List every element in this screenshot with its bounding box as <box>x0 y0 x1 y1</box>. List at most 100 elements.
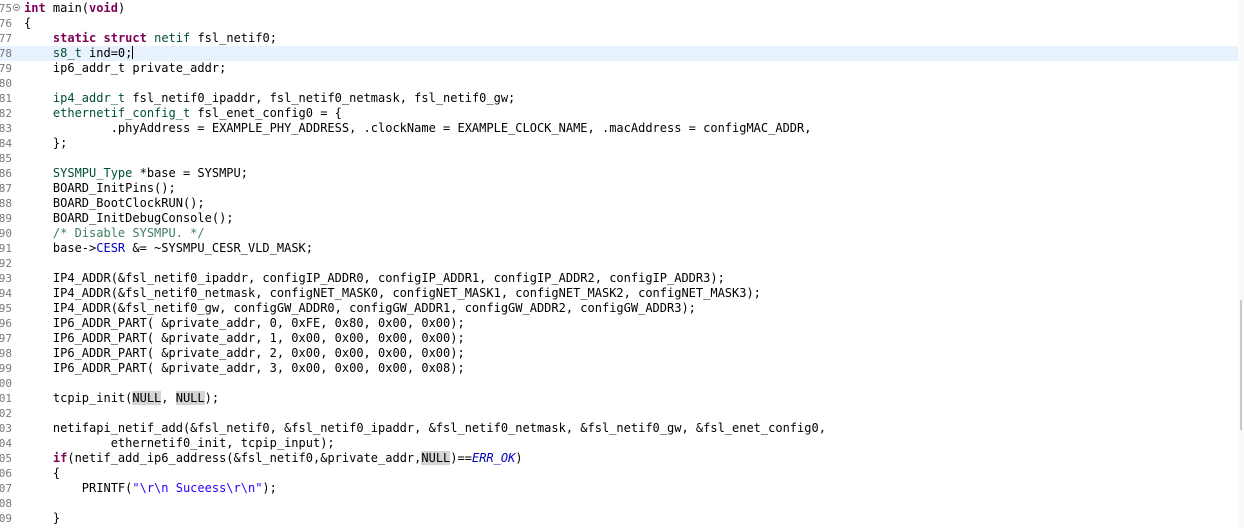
code-line[interactable]: 95 IP4_ADDR(&fsl_netif0_gw, configGW_ADD… <box>0 301 1238 316</box>
code-line[interactable]: 86 SYSMPU_Type *base = SYSMPU; <box>0 166 1238 181</box>
code-line[interactable]: 08 <box>0 496 1238 511</box>
code-line[interactable]: 05 if(netif_add_ip6_address(&fsl_netif0,… <box>0 451 1238 466</box>
code-text[interactable]: } <box>24 511 60 526</box>
code-text[interactable]: IP4_ADDR(&fsl_netif0_gw, configGW_ADDR0,… <box>24 301 696 316</box>
code-text[interactable]: int main(void) <box>24 1 125 16</box>
code-line[interactable]: 82 ethernetif_config_t fsl_enet_config0 … <box>0 106 1238 121</box>
code-text[interactable]: { <box>24 16 31 31</box>
code-line[interactable]: 00 <box>0 376 1238 391</box>
line-number: 78 <box>0 47 12 60</box>
line-number: 81 <box>0 92 12 105</box>
code-token: (netif_add_ip6_address(&fsl_netif0,&priv… <box>67 451 422 465</box>
code-token: void <box>89 1 118 15</box>
code-line[interactable]: 94 IP4_ADDR(&fsl_netif0_netmask, configN… <box>0 286 1238 301</box>
code-line[interactable]: 09 } <box>0 511 1238 526</box>
code-text[interactable]: IP6_ADDR_PART( &private_addr, 3, 0x00, 0… <box>24 361 465 376</box>
code-text[interactable]: s8_t ind=0; <box>24 46 134 61</box>
code-line[interactable]: 93 IP4_ADDR(&fsl_netif0_ipaddr, configIP… <box>0 271 1238 286</box>
code-text[interactable]: BOARD_BootClockRUN(); <box>24 196 205 211</box>
code-line[interactable]: 01 tcpip_init(NULL, NULL); <box>0 391 1238 406</box>
code-line[interactable]: 76 { <box>0 16 1238 31</box>
code-line[interactable]: 92 <box>0 256 1238 271</box>
code-text[interactable]: ip6_addr_t private_addr; <box>24 61 226 76</box>
code-token: *base = SYSMPU; <box>132 166 248 180</box>
code-token: } <box>24 511 61 525</box>
line-number: 90 <box>0 227 12 240</box>
code-text[interactable]: netifapi_netif_add(&fsl_netif0, &fsl_net… <box>24 421 826 436</box>
line-number: 00 <box>0 377 12 390</box>
line-number: 83 <box>0 122 12 135</box>
code-token: IP4_ADDR(&fsl_netif0_ipaddr, configIP_AD… <box>24 271 725 285</box>
code-token: SYSMPU_Type <box>52 166 133 180</box>
code-text[interactable]: IP6_ADDR_PART( &private_addr, 1, 0x00, 0… <box>24 331 465 346</box>
code-token: IP6_ADDR_PART( &private_addr, 2, 0x00, 0… <box>24 346 465 360</box>
code-line[interactable]: 04 ethernetif0_init, tcpip_input); <box>0 436 1238 451</box>
code-line[interactable]: 85 <box>0 151 1238 166</box>
code-line[interactable]: 06 { <box>0 466 1238 481</box>
code-text[interactable]: IP6_ADDR_PART( &private_addr, 2, 0x00, 0… <box>24 346 465 361</box>
code-token: )== <box>450 451 472 465</box>
code-line[interactable]: 03 netifapi_netif_add(&fsl_netif0, &fsl_… <box>0 421 1238 436</box>
code-text[interactable]: ip4_addr_t fsl_netif0_ipaddr, fsl_netif0… <box>24 91 515 106</box>
code-text[interactable]: ethernetif0_init, tcpip_input); <box>24 436 335 451</box>
code-editor[interactable]: 75 int main(void) 76 {77 static struct neti… <box>0 0 1244 528</box>
vertical-scrollbar[interactable] <box>1238 0 1244 528</box>
code-text[interactable]: IP4_ADDR(&fsl_netif0_ipaddr, configIP_AD… <box>24 271 725 286</box>
code-token: &= ~SYSMPU_CESR_VLD_MASK; <box>125 241 313 255</box>
line-number: 79 <box>0 62 12 75</box>
code-text[interactable]: SYSMPU_Type *base = SYSMPU; <box>24 166 248 181</box>
code-text[interactable]: }; <box>24 136 67 151</box>
code-text[interactable]: IP6_ADDR_PART( &private_addr, 0, 0xFE, 0… <box>24 316 465 331</box>
code-token: ethernetif_config_t <box>52 106 191 120</box>
code-line[interactable]: 84 }; <box>0 136 1238 151</box>
code-line[interactable]: 90 /* Disable SYSMPU. */ <box>0 226 1238 241</box>
code-line[interactable]: 80 <box>0 76 1238 91</box>
code-token: /* Disable SYSMPU. */ <box>52 226 205 240</box>
line-number: 92 <box>0 257 12 270</box>
code-text[interactable]: ethernetif_config_t fsl_enet_config0 = { <box>24 106 342 121</box>
code-line[interactable]: 77 static struct netif fsl_netif0; <box>0 31 1238 46</box>
code-line[interactable]: 97 IP6_ADDR_PART( &private_addr, 1, 0x00… <box>0 331 1238 346</box>
code-text[interactable]: { <box>24 466 60 481</box>
code-token: NULL <box>132 391 162 405</box>
code-token: .phyAddress = EXAMPLE_PHY_ADDRESS, .cloc… <box>24 121 812 135</box>
code-text[interactable]: if(netif_add_ip6_address(&fsl_netif0,&pr… <box>24 451 523 466</box>
code-text[interactable]: static struct netif fsl_netif0; <box>24 31 277 46</box>
code-line[interactable]: 81 ip4_addr_t fsl_netif0_ipaddr, fsl_net… <box>0 91 1238 106</box>
scrollbar-thumb[interactable] <box>1240 300 1242 430</box>
code-text[interactable]: BOARD_InitDebugConsole(); <box>24 211 234 226</box>
code-text[interactable]: tcpip_init(NULL, NULL); <box>24 391 219 406</box>
code-token: IP4_ADDR(&fsl_netif0_gw, configGW_ADDR0,… <box>24 301 696 315</box>
code-text[interactable]: base->CESR &= ~SYSMPU_CESR_VLD_MASK; <box>24 241 313 256</box>
line-number: 99 <box>0 362 12 375</box>
code-token: "\r\n Suceess\r\n" <box>132 481 263 495</box>
code-line[interactable]: 02 <box>0 406 1238 421</box>
code-text[interactable]: IP4_ADDR(&fsl_netif0_netmask, configNET_… <box>24 286 761 301</box>
code-line[interactable]: 78 s8_t ind=0; <box>0 46 1238 61</box>
code-line[interactable]: 91 base->CESR &= ~SYSMPU_CESR_VLD_MASK; <box>0 241 1238 256</box>
line-number: 80 <box>0 77 12 90</box>
code-line[interactable]: 79 ip6_addr_t private_addr; <box>0 61 1238 76</box>
line-number: 89 <box>0 212 12 225</box>
line-number: 87 <box>0 182 12 195</box>
code-line[interactable]: 88 BOARD_BootClockRUN(); <box>0 196 1238 211</box>
fold-collapse-icon[interactable] <box>13 4 20 11</box>
code-line[interactable]: 99 IP6_ADDR_PART( &private_addr, 3, 0x00… <box>0 361 1238 376</box>
code-line[interactable]: 87 BOARD_InitPins(); <box>0 181 1238 196</box>
code-text[interactable]: .phyAddress = EXAMPLE_PHY_ADDRESS, .cloc… <box>24 121 812 136</box>
code-line[interactable]: 75 int main(void) <box>0 1 1238 16</box>
code-text[interactable]: BOARD_InitPins(); <box>24 181 176 196</box>
code-text[interactable]: PRINTF("\r\n Suceess\r\n"); <box>24 481 277 496</box>
code-token: ind=0; <box>81 46 133 60</box>
code-line[interactable]: 98 IP6_ADDR_PART( &private_addr, 2, 0x00… <box>0 346 1238 361</box>
code-line[interactable]: 83 .phyAddress = EXAMPLE_PHY_ADDRESS, .c… <box>0 121 1238 136</box>
line-number: 02 <box>0 407 12 420</box>
code-line[interactable]: 07 PRINTF("\r\n Suceess\r\n"); <box>0 481 1238 496</box>
code-line[interactable]: 89 BOARD_InitDebugConsole(); <box>0 211 1238 226</box>
line-number: 96 <box>0 317 12 330</box>
code-line[interactable]: 96 IP6_ADDR_PART( &private_addr, 0, 0xFE… <box>0 316 1238 331</box>
code-text[interactable]: /* Disable SYSMPU. */ <box>24 226 205 241</box>
